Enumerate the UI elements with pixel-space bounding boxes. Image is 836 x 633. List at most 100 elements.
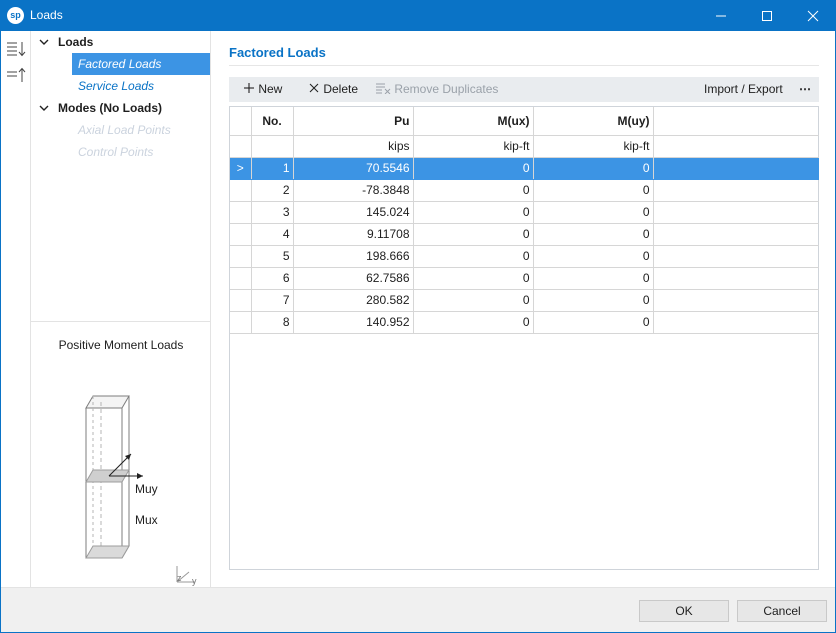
cell-no[interactable]: 1 [251,157,294,180]
more-options-button[interactable]: ⋯ [799,77,811,102]
cell-muy[interactable]: 0 [533,245,654,268]
cell-muy[interactable]: 0 [533,267,654,290]
column-header-mux[interactable]: M(ux) [413,107,534,136]
cell-pu[interactable]: 62.7586 [293,267,414,290]
tree-item-modes[interactable]: Modes (No Loads) [37,97,207,119]
column-header-muy[interactable]: M(uy) [533,107,654,136]
heading-divider [229,65,819,66]
column-header-pu[interactable]: Pu [293,107,414,136]
units-filler [653,135,819,158]
tree-item-factored-loads[interactable]: Factored Loads [72,53,210,75]
import-export-button[interactable]: Import / Export [704,77,783,102]
new-button[interactable]: New [243,77,282,102]
cell-mux[interactable]: 0 [413,289,534,312]
header-row: No. Pu M(ux) M(uy) [230,107,819,136]
row-selector[interactable] [230,223,252,246]
cancel-button[interactable]: Cancel [737,600,827,622]
cell-muy[interactable]: 0 [533,289,654,312]
units-mux: kip-ft [413,135,534,158]
loads-grid: No. Pu M(ux) M(uy) kips kip-ft kip-ft > … [229,106,819,570]
title-bar: sp Loads [0,0,836,31]
cell-muy[interactable]: 0 [533,223,654,246]
cell-mux[interactable]: 0 [413,311,534,334]
ok-button[interactable]: OK [639,600,729,622]
row-selector[interactable]: > [230,157,252,180]
cell-filler [653,201,819,224]
cell-no[interactable]: 8 [251,311,294,334]
cell-no[interactable]: 5 [251,245,294,268]
cell-pu[interactable]: 280.582 [293,289,414,312]
expand-all-button[interactable] [5,39,27,59]
cell-muy[interactable]: 0 [533,201,654,224]
cell-pu[interactable]: -78.3848 [293,179,414,202]
moment-diagram-panel: Positive Moment Loads Muy Mux z y [31,321,211,606]
minimize-icon [716,15,726,17]
chevron-down-icon[interactable] [37,97,51,126]
row-selector-units [230,135,252,158]
units-row: kips kip-ft kip-ft [230,135,819,158]
row-selector[interactable] [230,289,252,312]
cell-mux[interactable]: 0 [413,157,534,180]
column-header-no[interactable]: No. [251,107,294,136]
tree-item-loads[interactable]: Loads [37,31,207,53]
row-selector[interactable] [230,267,252,290]
row-selector[interactable] [230,201,252,224]
column-header-filler [653,107,819,136]
cell-muy[interactable]: 0 [533,311,654,334]
cell-pu[interactable]: 140.952 [293,311,414,334]
cell-mux[interactable]: 0 [413,179,534,202]
maximize-button[interactable] [744,0,790,31]
cell-pu[interactable]: 145.024 [293,201,414,224]
new-label: New [258,82,283,96]
page-title: Factored Loads [229,45,326,60]
tree-item-service-loads[interactable]: Service Loads [72,75,210,97]
tree-item-control-points: Control Points [72,141,210,163]
units-no [251,135,294,158]
table-row[interactable]: 8 140.952 0 0 [230,311,819,334]
cell-filler [653,179,819,202]
table-row[interactable]: 4 9.11708 0 0 [230,223,819,246]
row-selector[interactable] [230,179,252,202]
cell-filler [653,223,819,246]
axis-z-label: z [177,573,182,583]
plus-icon [244,83,254,93]
cell-mux[interactable]: 0 [413,267,534,290]
minimize-button[interactable] [698,0,744,31]
cell-muy[interactable]: 0 [533,157,654,180]
row-selector-header [230,107,252,136]
cell-pu[interactable]: 70.5546 [293,157,414,180]
cell-pu[interactable]: 198.666 [293,245,414,268]
axis-y-label: y [192,576,197,586]
cell-mux[interactable]: 0 [413,223,534,246]
table-row[interactable]: 3 145.024 0 0 [230,201,819,224]
table-row[interactable]: 6 62.7586 0 0 [230,267,819,290]
collapse-all-button[interactable] [5,65,27,85]
window-title: Loads [30,8,63,22]
close-button[interactable] [790,0,836,31]
cell-no[interactable]: 7 [251,289,294,312]
table-row[interactable]: > 1 70.5546 0 0 [230,157,819,180]
cell-mux[interactable]: 0 [413,201,534,224]
table-row[interactable]: 7 280.582 0 0 [230,289,819,312]
cell-filler [653,289,819,312]
cell-no[interactable]: 2 [251,179,294,202]
column-diagram [85,395,195,583]
chevron-down-icon[interactable] [37,31,51,60]
cell-filler [653,267,819,290]
table-row[interactable]: 5 198.666 0 0 [230,245,819,268]
delete-button[interactable]: Delete [308,77,358,102]
remove-duplicates-button[interactable]: Remove Duplicates [375,77,498,102]
row-selector[interactable] [230,245,252,268]
cell-no[interactable]: 6 [251,267,294,290]
maximize-icon [762,11,772,21]
tree-item-label: Control Points [78,145,154,159]
dialog-body: Loads Factored Loads Service Loads Modes… [0,31,836,633]
cell-pu[interactable]: 9.11708 [293,223,414,246]
cell-no[interactable]: 3 [251,201,294,224]
cell-no[interactable]: 4 [251,223,294,246]
row-selector[interactable] [230,311,252,334]
table-row[interactable]: 2 -78.3848 0 0 [230,179,819,202]
cell-mux[interactable]: 0 [413,245,534,268]
cell-muy[interactable]: 0 [533,179,654,202]
tree-item-label: Loads [58,35,94,49]
